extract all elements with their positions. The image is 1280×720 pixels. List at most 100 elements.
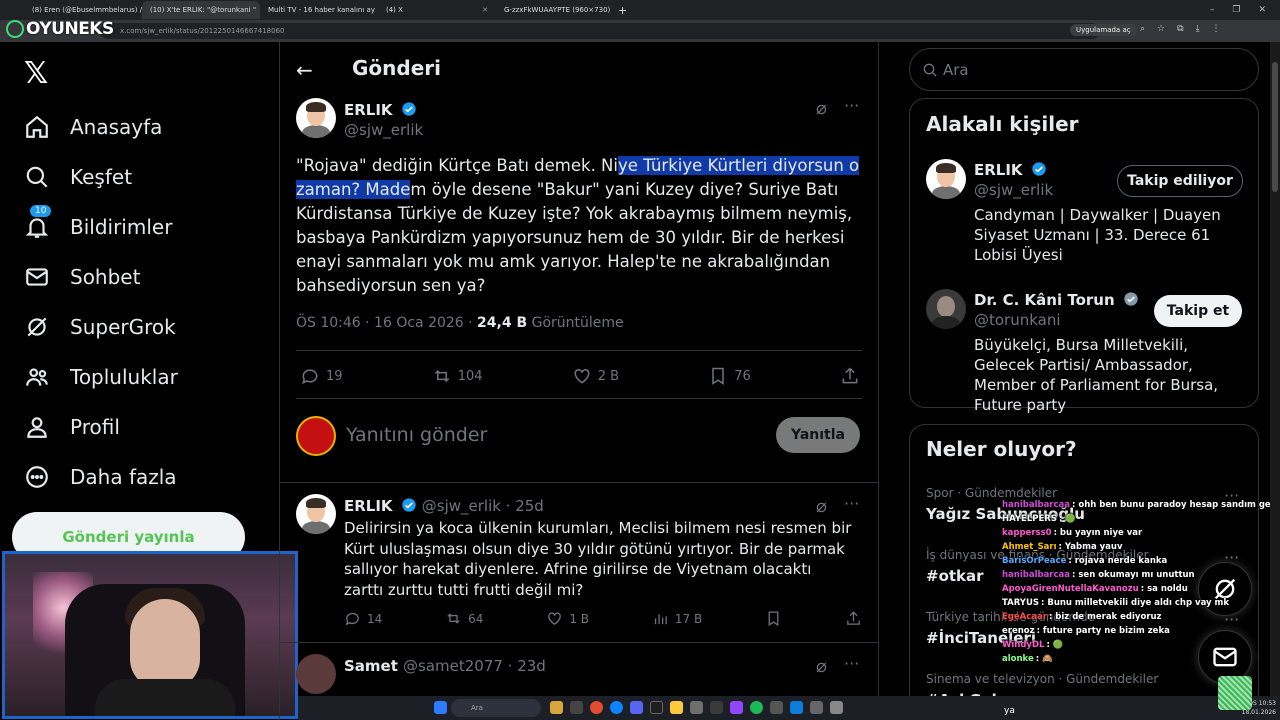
like-action[interactable]: 1 B — [546, 610, 589, 627]
more-options-icon[interactable]: ··· — [844, 494, 859, 513]
reply-author-handle[interactable]: @sjw_erlik · 25d — [422, 497, 544, 515]
share-action[interactable] — [840, 366, 860, 386]
url-field[interactable]: x.com/sjw_erlik/status/20122501466674180… — [100, 23, 1100, 39]
follow-button[interactable]: Takip et — [1154, 295, 1242, 327]
tweet-author-name[interactable]: ERLIK — [344, 100, 417, 119]
reply-input[interactable]: Yanıtını gönder — [346, 424, 487, 446]
menu-icon[interactable]: ⋮ — [1212, 24, 1221, 34]
page-scrollbar[interactable] — [1270, 42, 1280, 696]
app-icon[interactable] — [830, 701, 843, 714]
discord-icon[interactable] — [630, 701, 643, 714]
star-icon[interactable]: ☆ — [1157, 24, 1165, 34]
app-icon[interactable] — [810, 701, 823, 714]
person-handle[interactable]: @torunkani — [974, 311, 1061, 329]
tweet-author-handle[interactable]: @sjw_erlik — [344, 121, 423, 139]
x-logo-icon[interactable]: 𝕏 — [24, 56, 48, 91]
reply-action-bar: 14 64 1 B 17 B — [344, 610, 862, 627]
stream-brand-logo: OYUNEKS — [6, 19, 114, 39]
views-action[interactable]: 17 B — [652, 610, 702, 627]
person-name-row[interactable]: ERLIK — [974, 160, 1047, 179]
search-box[interactable]: Ara — [909, 48, 1259, 91]
share-action[interactable] — [845, 610, 862, 627]
app-icon[interactable] — [710, 701, 723, 714]
reply-action[interactable]: 19 — [300, 366, 343, 386]
chat-input-text[interactable]: ya — [1004, 706, 1015, 716]
app-icon[interactable] — [790, 701, 803, 714]
panel-title: Alakalı kişiler — [926, 112, 1079, 136]
reply-author-avatar[interactable] — [296, 654, 336, 694]
chat-user: Ahmet_Sarı — [1002, 542, 1057, 552]
minimize-icon[interactable]: – — [1210, 5, 1215, 15]
back-arrow-icon[interactable]: ← — [296, 58, 313, 82]
browser-tab[interactable]: G-zzxFkWUAAYPTE (960×730)✕ — [496, 1, 614, 19]
nav-item-supergrok[interactable]: SuperGrok — [24, 312, 176, 342]
person-handle[interactable]: @sjw_erlik — [974, 181, 1053, 199]
person-avatar[interactable] — [926, 289, 966, 329]
reply-author-handle[interactable]: @samet2077 · 23d — [403, 657, 546, 675]
browser-tab-active[interactable]: (10) X'te ERLIK: "@torunkani "✕ — [142, 1, 260, 19]
settings-icon[interactable] — [690, 701, 703, 714]
person-avatar[interactable] — [926, 159, 966, 199]
bookmark-action[interactable] — [765, 610, 782, 627]
person-name-row[interactable]: Dr. C. Kâni Torun — [974, 290, 1139, 309]
nav-item-home[interactable]: Anasayfa — [24, 112, 162, 142]
close-icon[interactable]: ✕ — [482, 6, 488, 14]
more-options-icon[interactable]: ··· — [844, 654, 859, 673]
extensions-icon[interactable]: ⧉ — [1177, 24, 1183, 34]
browser-tab[interactable]: (8) Eren (@Ebuselmmbelarus) /✕ — [24, 1, 142, 19]
folder-icon[interactable] — [670, 701, 683, 714]
nav-item-explore[interactable]: Keşfet — [24, 162, 132, 192]
bookmark-action[interactable]: 76 — [708, 366, 751, 386]
chat-user: erenoz — [1002, 626, 1035, 636]
chrome-icon[interactable] — [590, 701, 603, 714]
spotify-icon[interactable] — [750, 701, 763, 714]
chat-text: : biz de merak ediyoruz — [1048, 612, 1162, 622]
like-action[interactable]: 2 B — [572, 366, 619, 386]
app-icon[interactable] — [770, 701, 783, 714]
zoom-icon[interactable]: ⌕ — [1140, 24, 1145, 34]
trend-item[interactable]: #otkar — [926, 567, 984, 585]
more-options-icon[interactable]: ··· — [844, 96, 859, 115]
browser-tab[interactable]: (4) X ✕ — [378, 1, 496, 19]
following-button[interactable]: Takip ediliyor — [1117, 165, 1243, 197]
chat-user: WindyDL — [1002, 640, 1045, 650]
current-user-avatar[interactable] — [296, 416, 336, 456]
new-tab-icon[interactable]: + — [618, 4, 627, 17]
mail-icon — [26, 268, 48, 286]
nav-item-more[interactable]: Daha fazla — [24, 462, 177, 492]
reply-action[interactable]: 14 — [344, 610, 382, 627]
obs-icon[interactable] — [650, 701, 663, 714]
nav-item-chat[interactable]: Sohbet — [24, 262, 140, 292]
windows-start-icon[interactable] — [434, 701, 447, 714]
tweet-timestamp[interactable]: ÖS 10:46 · 16 Oca 2026 · — [296, 315, 477, 331]
nav-item-communities[interactable]: Topluluklar — [24, 362, 178, 392]
reply-button[interactable]: Yanıtla — [776, 417, 860, 453]
reply-author-name[interactable]: ERLIK — [344, 497, 393, 515]
grok-icon[interactable]: ⌀ — [816, 496, 827, 517]
download-icon[interactable]: ⤓ — [1196, 24, 1200, 34]
tweet-meta: ÖS 10:46 · 16 Oca 2026 · 24,4 B Görüntül… — [296, 315, 624, 331]
reply-author-avatar[interactable] — [296, 494, 336, 534]
retweet-action[interactable]: 104 — [432, 366, 483, 386]
tweet-author-avatar[interactable] — [296, 98, 336, 138]
reply-author-name[interactable]: Samet — [344, 657, 398, 675]
retweet-action[interactable]: 64 — [445, 610, 483, 627]
widget-icon[interactable] — [550, 701, 563, 714]
open-in-app-chip[interactable]: Uygulamada aç — [1070, 24, 1137, 36]
close-window-icon[interactable]: ✕ — [1258, 5, 1266, 15]
grok-icon[interactable]: ⌀ — [816, 656, 827, 677]
maximize-icon[interactable]: ❐ — [1232, 5, 1240, 15]
taskbar-search[interactable]: Ara — [451, 699, 541, 717]
scrollbar-thumb[interactable] — [1272, 62, 1278, 192]
grok-icon[interactable]: ⌀ — [816, 98, 827, 119]
twitch-icon[interactable] — [730, 701, 743, 714]
reply-composer: Yanıtını gönder Yanıtla — [296, 414, 862, 458]
qr-code-overlay — [1218, 676, 1252, 710]
file-explorer-icon[interactable] — [570, 701, 583, 714]
edge-icon[interactable] — [610, 701, 623, 714]
browser-tab[interactable]: Multi TV - 16 haber kanalını ay✕ — [260, 1, 378, 19]
tab-label: (4) X — [386, 6, 403, 14]
nav-item-notifications[interactable]: 10 Bildirimler — [24, 205, 172, 242]
chat-user: HAYELPERS — [1002, 514, 1057, 524]
nav-item-profile[interactable]: Profil — [24, 412, 120, 442]
